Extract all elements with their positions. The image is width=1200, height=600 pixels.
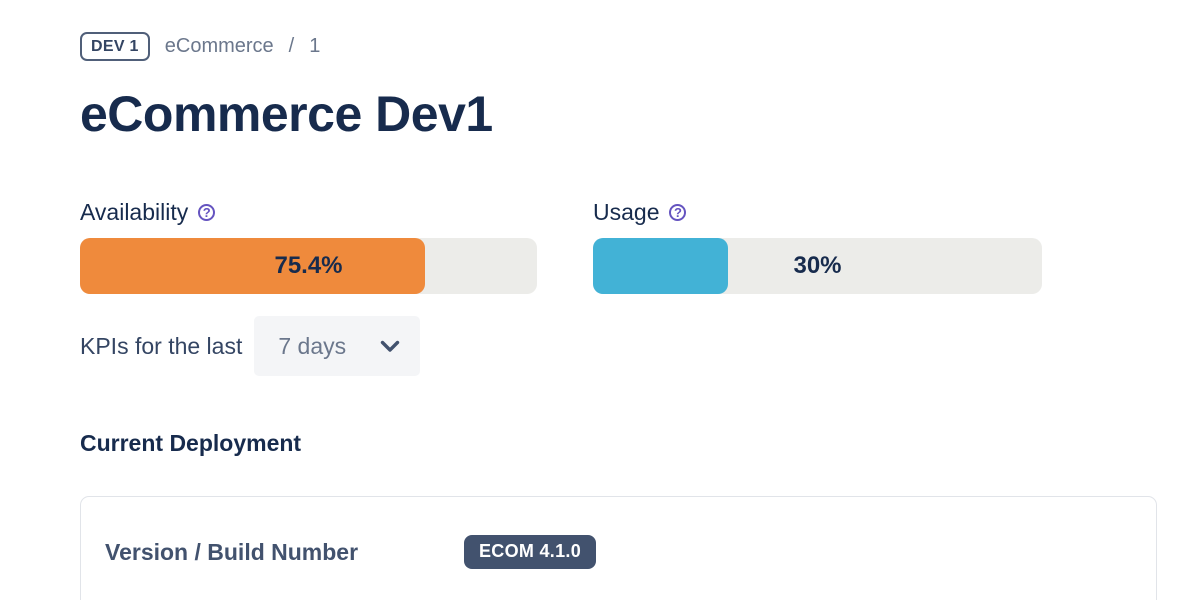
current-deployment-card: Version / Build Number ECOM 4.1.0	[80, 496, 1157, 600]
usage-kpi: Usage ? 30%	[593, 198, 1042, 294]
version-build-label: Version / Build Number	[105, 539, 464, 566]
usage-label-row: Usage ?	[593, 198, 1042, 226]
breadcrumb-project-link[interactable]: eCommerce	[165, 35, 274, 58]
availability-progress-value: 75.4%	[80, 238, 537, 294]
kpi-grid: Availability ? 75.4% Usage ? 30%	[80, 198, 1160, 294]
kpi-period-select[interactable]: 7 days	[254, 316, 420, 376]
chevron-down-icon	[380, 340, 400, 354]
availability-label: Availability	[80, 199, 188, 226]
availability-progress-track: 75.4%	[80, 238, 537, 294]
usage-progress-value: 30%	[593, 238, 1042, 294]
page-title: eCommerce Dev1	[80, 87, 1160, 142]
deployment-row: Version / Build Number ECOM 4.1.0	[105, 535, 1132, 569]
help-icon[interactable]: ?	[669, 204, 686, 221]
availability-kpi: Availability ? 75.4%	[80, 198, 537, 294]
kpi-period-value: 7 days	[278, 333, 346, 360]
page: DEV 1 eCommerce / 1 eCommerce Dev1 Avail…	[0, 0, 1200, 600]
breadcrumb: DEV 1 eCommerce / 1	[80, 32, 1160, 61]
kpi-period-row: KPIs for the last 7 days	[80, 316, 1160, 376]
help-icon[interactable]: ?	[198, 204, 215, 221]
current-deployment-heading: Current Deployment	[80, 430, 1160, 457]
usage-progress-track: 30%	[593, 238, 1042, 294]
breadcrumb-instance-link[interactable]: 1	[309, 35, 320, 58]
environment-badge: DEV 1	[80, 32, 150, 61]
version-badge: ECOM 4.1.0	[464, 535, 596, 569]
kpi-period-label: KPIs for the last	[80, 333, 242, 360]
availability-label-row: Availability ?	[80, 198, 537, 226]
usage-label: Usage	[593, 199, 659, 226]
breadcrumb-separator: /	[289, 35, 295, 58]
